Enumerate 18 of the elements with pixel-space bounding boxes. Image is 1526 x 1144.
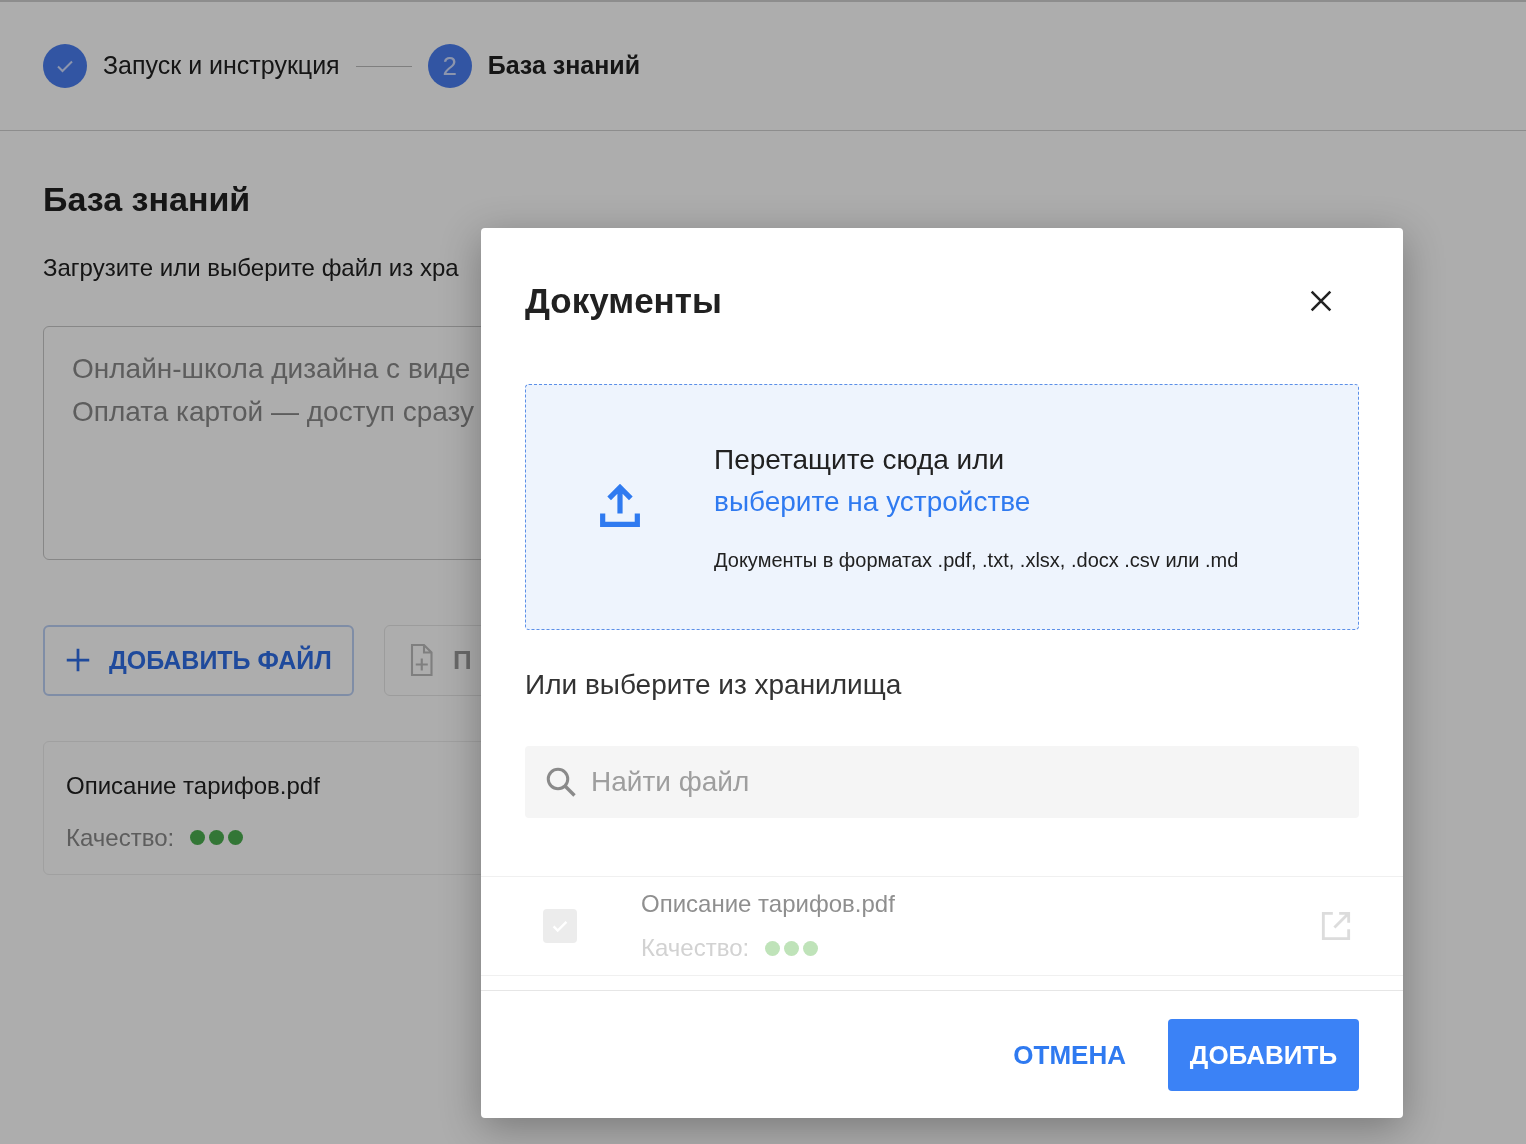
- dialog-title: Документы: [525, 280, 722, 322]
- drop-text: Перетащите сюда или: [714, 443, 1006, 477]
- quality-label: Качество:: [66, 822, 175, 853]
- add-file-button[interactable]: ДОБАВИТЬ ФАЙЛ: [43, 624, 354, 696]
- storage-heading: Или выберите из хранилища: [525, 668, 903, 702]
- add-button[interactable]: ДОБАВИТЬ: [1168, 1019, 1359, 1091]
- format-hint: Документы в форматах .pdf, .txt, .xlsx, .docx .csv или .md: [714, 548, 1239, 573]
- page-subtitle: Загрузите или выберите файл из хра: [43, 252, 460, 283]
- file-name: Описание тарифов.pdf: [641, 889, 896, 919]
- cancel-button[interactable]: ОТМЕНА: [1013, 1035, 1126, 1075]
- step-number: 2: [427, 44, 472, 88]
- step-label: База знаний: [487, 50, 641, 82]
- page-title: База знаний: [43, 179, 252, 220]
- search-field[interactable]: Найти файл: [525, 746, 1359, 818]
- choose-device-link[interactable]: выберите на устройстве: [714, 486, 1031, 517]
- file-name: Описание тарифов.pdf: [66, 770, 320, 801]
- drop-zone[interactable]: Перетащите сюда или выберите на устройстве Документы в форматах .pdf, .txt, .xlsx, .docx .csv или .md: [525, 384, 1359, 630]
- step-label: Запуск и инструкция: [103, 50, 340, 82]
